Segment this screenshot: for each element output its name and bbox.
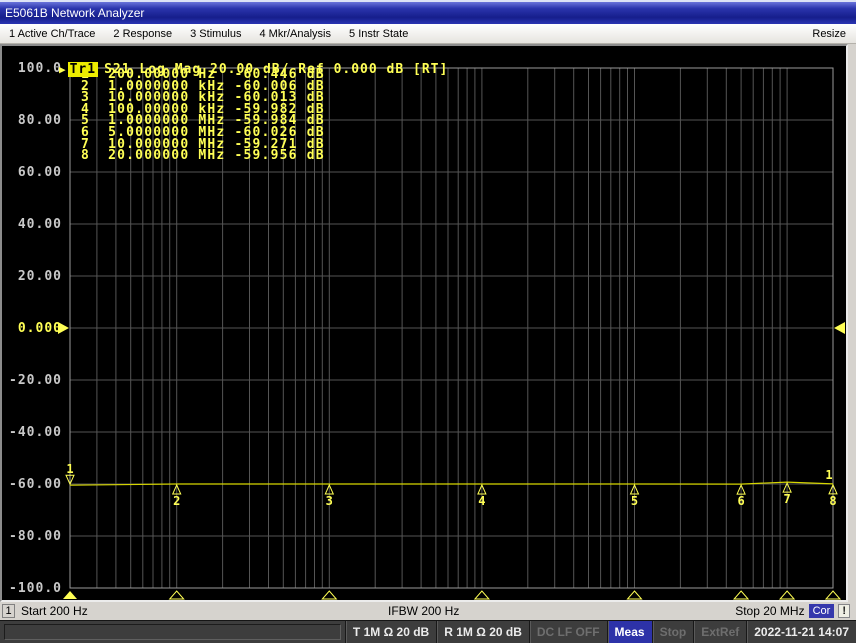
stop-status: Stop (652, 621, 694, 643)
ifbw-label[interactable]: IFBW 200 Hz (388, 604, 459, 618)
y-axis-tick-label: 40.00 (18, 217, 62, 232)
y-axis-tick-label: -40.00 (9, 425, 62, 440)
trace-header: ▶Tr1 S21 Log Mag 20.00 dB/ Ref 0.000 dB [… (6, 47, 448, 92)
analyzer-screen: 100.080.0060.0040.0020.000.000-20.00-40.… (0, 44, 848, 602)
y-axis-tick-label: -100.0 (9, 581, 62, 596)
marker-4-stimulus-triangle[interactable] (475, 591, 489, 599)
y-axis-tick-label: -80.00 (9, 529, 62, 544)
marker-8-stimulus-triangle[interactable] (826, 591, 840, 599)
menu-active-ch-trace[interactable]: 1 Active Ch/Trace (0, 28, 104, 40)
t-port-status: T 1M Ω 20 dB (345, 621, 436, 643)
menu-stimulus[interactable]: 3 Stimulus (181, 28, 250, 40)
marker-2-stimulus-triangle[interactable] (170, 591, 184, 599)
warning-badge: ! (838, 604, 850, 618)
marker-6-stimulus-triangle[interactable] (734, 591, 748, 599)
marker-3-number: 3 (326, 494, 333, 508)
correction-status-badge: Cor (809, 604, 835, 618)
menu-resize[interactable]: Resize (803, 28, 856, 40)
channel-status-bar: 1 Start 200 Hz IFBW 200 Hz Stop 20 MHz C… (0, 602, 856, 620)
marker-3-stimulus-triangle[interactable] (322, 591, 336, 599)
y-axis-tick-label: 20.00 (18, 269, 62, 284)
trace-number-label: 1 (825, 468, 832, 482)
y-axis-tick-label: 0.000 (18, 321, 62, 336)
marker-readout-row: 8 20.000000 MHz -59.956 dB (72, 150, 325, 162)
y-axis-tick-label: 60.00 (18, 165, 62, 180)
extref-status: ExtRef (693, 621, 746, 643)
stop-frequency-label[interactable]: Stop 20 MHz (735, 604, 804, 618)
active-trace-arrow-icon: ▶ (59, 63, 67, 76)
marker-5-stimulus-triangle[interactable] (628, 591, 642, 599)
window-titlebar: E5061B Network Analyzer (0, 0, 856, 24)
marker-8-number: 8 (829, 494, 836, 508)
statusbar-segments: T 1M Ω 20 dBR 1M Ω 20 dBDC LF OFFMeasSto… (345, 621, 856, 643)
app-window: E5061B Network Analyzer 1 Active Ch/Trac… (0, 0, 856, 643)
clock: 2022-11-21 14:07 (746, 621, 856, 643)
menu-instr-state[interactable]: 5 Instr State (340, 28, 417, 40)
marker-1-number: 1 (66, 462, 73, 476)
marker-5-number: 5 (631, 494, 638, 508)
start-frequency-label[interactable]: Start 200 Hz (21, 604, 88, 618)
marker-7-number: 7 (783, 492, 790, 506)
dc-lf-status: DC LF OFF (529, 621, 607, 643)
window-title: E5061B Network Analyzer (5, 6, 144, 20)
marker-2-number: 2 (173, 494, 180, 508)
channel-number-box: 1 (2, 604, 15, 618)
menu-response[interactable]: 2 Response (104, 28, 181, 40)
trace-line (70, 482, 833, 485)
status-right-group: Stop 20 MHz Cor ! (735, 604, 856, 618)
marker-6-number: 6 (737, 494, 744, 508)
r-port-status: R 1M Ω 20 dB (436, 621, 529, 643)
ref-level-arrow-right[interactable] (834, 322, 845, 334)
menu-bar: 1 Active Ch/Trace 2 Response 3 Stimulus … (0, 24, 856, 44)
y-axis-tick-label: -20.00 (9, 373, 62, 388)
trace-badge[interactable]: Tr1 (68, 62, 98, 77)
marker-1-stimulus-triangle[interactable] (63, 591, 77, 599)
marker-7-stimulus-triangle[interactable] (780, 591, 794, 599)
meas-status: Meas (607, 621, 652, 643)
trace-settings-text[interactable]: S21 Log Mag 20.00 dB/ Ref 0.000 dB [RT] (104, 62, 448, 77)
y-axis-tick-label: -60.00 (9, 477, 62, 492)
marker-4-number: 4 (478, 494, 485, 508)
menu-mkr-analysis[interactable]: 4 Mkr/Analysis (250, 28, 340, 40)
y-axis-tick-label: 80.00 (18, 113, 62, 128)
statusbar-empty-area (4, 624, 341, 640)
ref-level-arrow-left[interactable] (58, 322, 69, 334)
instrument-status-bar: T 1M Ω 20 dBR 1M Ω 20 dBDC LF OFFMeasSto… (0, 620, 856, 643)
